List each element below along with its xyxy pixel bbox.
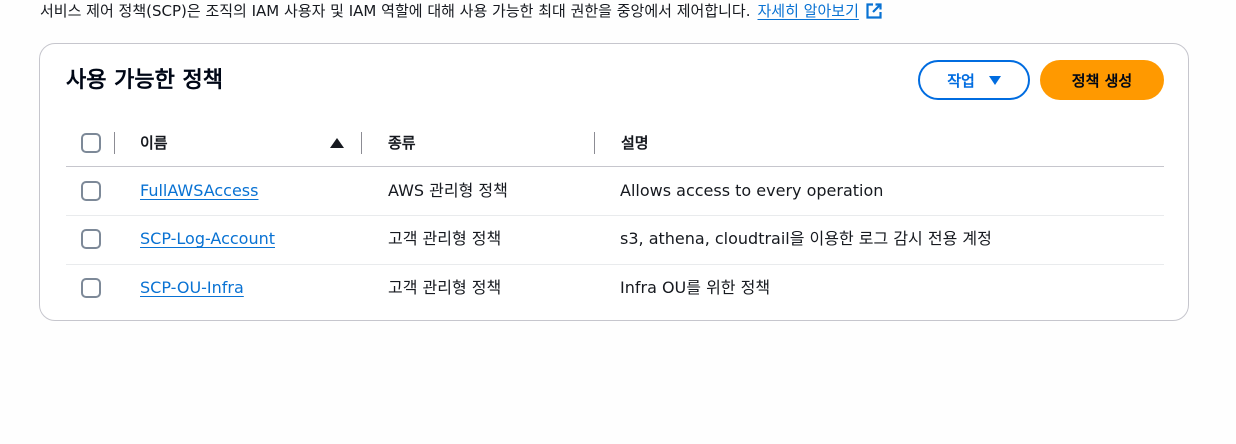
policy-type: 고객 관리형 정책 [388,229,502,248]
description-text: 서비스 제어 정책(SCP)은 조직의 IAM 사용자 및 IAM 역할에 대해… [40,2,751,20]
page-description: 서비스 제어 정책(SCP)은 조직의 IAM 사용자 및 IAM 역할에 대해… [40,0,883,22]
actions-button-label: 작업 [947,71,975,90]
policies-panel: 사용 가능한 정책 작업 정책 생성 이름 종류 설명 FullAWSAcces… [39,43,1189,321]
row-divider [66,264,1164,265]
sort-ascending-icon[interactable] [330,138,344,148]
actions-dropdown-button[interactable]: 작업 [918,60,1030,100]
policy-name-link[interactable]: SCP-OU-Infra [140,277,244,299]
column-separator[interactable] [594,132,595,154]
panel-title: 사용 가능한 정책 [66,68,223,93]
column-separator[interactable] [361,132,362,154]
external-link-icon [865,2,883,20]
column-header-name[interactable]: 이름 [140,133,168,153]
header-divider [66,166,1164,167]
policy-name-link[interactable]: FullAWSAccess [140,180,258,202]
create-policy-label: 정책 생성 [1071,71,1133,90]
learn-more-label: 자세히 알아보기 [757,2,859,20]
learn-more-link[interactable]: 자세히 알아보기 [758,0,883,22]
policy-type: AWS 관리형 정책 [388,181,508,200]
select-all-checkbox[interactable] [81,133,101,153]
column-header-type[interactable]: 종류 [388,133,416,153]
policy-description: s3, athena, cloudtrail을 이용한 로그 감시 전용 계정 [620,229,992,248]
column-header-description[interactable]: 설명 [621,133,649,153]
policy-name-link[interactable]: SCP-Log-Account [140,228,275,250]
caret-down-icon [988,75,1001,85]
policy-description: Infra OU를 위한 정책 [620,278,771,297]
row-checkbox[interactable] [81,229,101,249]
row-checkbox[interactable] [81,181,101,201]
create-policy-button[interactable]: 정책 생성 [1040,60,1164,100]
policy-type: 고객 관리형 정책 [388,278,502,297]
policy-description: Allows access to every operation [620,181,884,200]
row-divider [66,215,1164,216]
column-separator [114,132,115,154]
row-checkbox[interactable] [81,278,101,298]
